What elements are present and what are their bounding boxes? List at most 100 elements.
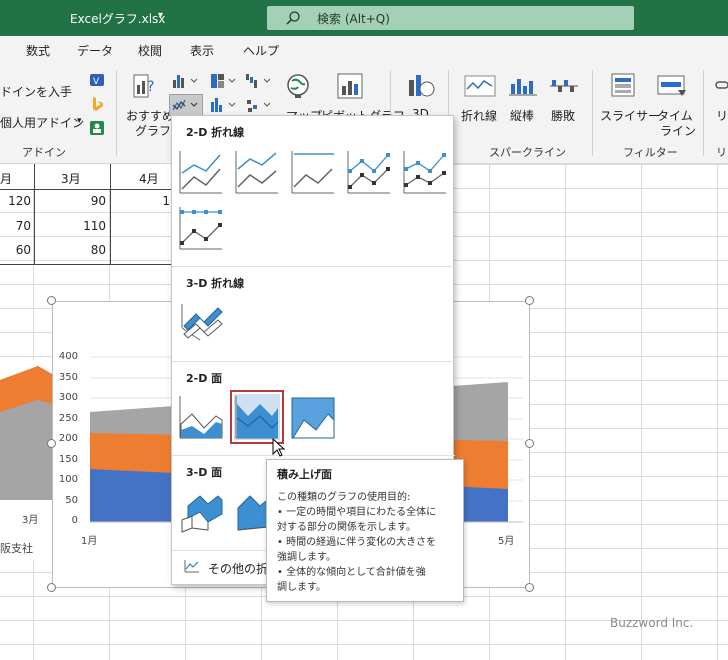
visio-icon[interactable]: V xyxy=(89,72,105,88)
ribbon-divider xyxy=(703,70,704,156)
table-border xyxy=(0,264,186,265)
table-cell[interactable]: 70 xyxy=(0,219,31,233)
y-tick-label: 300 xyxy=(58,392,78,403)
table-cell[interactable]: 120 xyxy=(0,194,31,208)
table-cell[interactable]: 110 xyxy=(34,219,106,233)
title-dropdown-icon[interactable]: ▾ xyxy=(158,10,163,21)
scatter-chart-icon[interactable] xyxy=(244,96,274,114)
links-group-label: リ xyxy=(716,146,727,159)
stacked-area-chart-icon xyxy=(235,396,279,439)
my-addins-button[interactable]: 個人用アドイン xyxy=(0,114,84,131)
100-stacked-line-with-markers-chart-icon[interactable] xyxy=(178,205,224,251)
stacked-line-chart-icon[interactable] xyxy=(234,149,280,195)
resize-handle[interactable] xyxy=(47,296,56,305)
tab-help[interactable]: ヘルプ xyxy=(243,42,279,59)
100-stacked-area-chart-icon[interactable] xyxy=(290,394,336,440)
my-addins-dropdown-icon[interactable]: ▾ xyxy=(77,116,82,126)
slicer-label[interactable]: スライサー xyxy=(600,107,660,124)
sparkline-line-label[interactable]: 折れ線 xyxy=(461,107,497,124)
watermark: Buzzword Inc. xyxy=(610,616,694,630)
tab-formulas[interactable]: 数式 xyxy=(26,42,50,59)
sparkline-winloss-label[interactable]: 勝敗 xyxy=(551,107,575,124)
section-3d-area: 3-D 面 xyxy=(186,466,223,479)
header-cell-text: 4月 xyxy=(139,172,159,186)
resize-handle[interactable] xyxy=(525,296,534,305)
header-cell-text: 月 xyxy=(0,172,13,186)
y-tick-label: 50 xyxy=(65,495,78,506)
bing-icon[interactable] xyxy=(89,96,105,112)
3d-map-icon[interactable] xyxy=(406,72,436,100)
title-bar: Excelグラフ.xlsx ▾ 検索 (Alt+Q) xyxy=(0,0,728,36)
sparkline-column-icon[interactable] xyxy=(508,74,538,100)
gallery-divider xyxy=(172,361,455,362)
sparkline-line-icon[interactable] xyxy=(464,74,496,100)
tooltip-line: 調します。 xyxy=(277,582,326,593)
map-icon[interactable] xyxy=(285,72,311,100)
search-placeholder: 検索 (Alt+Q) xyxy=(317,12,390,26)
link-icon[interactable] xyxy=(712,74,728,100)
gallery-divider xyxy=(172,266,455,267)
resize-handle[interactable] xyxy=(525,439,534,448)
line-chart-icon xyxy=(172,99,198,111)
statistic-chart-icon[interactable] xyxy=(209,96,239,114)
addins-group-label: アドイン xyxy=(22,146,66,159)
sparkline-column-label[interactable]: 縦棒 xyxy=(510,107,534,124)
resize-handle[interactable] xyxy=(525,583,534,592)
svg-text:?: ? xyxy=(147,79,154,95)
search-icon xyxy=(286,11,300,25)
stacked-area-button[interactable] xyxy=(230,390,284,444)
resize-handle[interactable] xyxy=(47,583,56,592)
tab-view[interactable]: 表示 xyxy=(190,42,214,59)
resize-handle[interactable] xyxy=(47,439,56,448)
tab-review[interactable]: 校閲 xyxy=(138,42,162,59)
section-2d-line: 2-D 折れ線 xyxy=(186,126,245,139)
header-cell-text: 3月 xyxy=(61,172,81,186)
y-tick-label: 250 xyxy=(58,413,78,424)
pivot-chart-icon[interactable] xyxy=(334,72,366,100)
x-tick-label: 5月 xyxy=(498,536,515,547)
section-2d-area: 2-D 面 xyxy=(186,372,223,385)
recommended-charts-icon[interactable]: ? xyxy=(131,71,157,101)
stacked-line-with-markers-chart-icon[interactable] xyxy=(402,149,448,195)
background-chart-x-label: 3月 xyxy=(22,515,39,526)
100-stacked-line-chart-icon[interactable] xyxy=(290,149,336,195)
y-tick-label: 100 xyxy=(58,474,78,485)
3d-line-chart-icon[interactable] xyxy=(178,298,224,344)
tab-data[interactable]: データ xyxy=(77,42,113,59)
recommended-charts-label-2[interactable]: グラフ xyxy=(135,122,171,139)
ribbon-divider xyxy=(116,70,117,156)
timeline-label-2[interactable]: ライン xyxy=(660,122,696,139)
slicer-icon[interactable] xyxy=(609,72,639,102)
people-graph-icon[interactable] xyxy=(89,120,105,136)
3d-area-chart-icon[interactable] xyxy=(178,488,224,534)
search-box[interactable]: 検索 (Alt+Q) xyxy=(267,6,634,30)
table-cell[interactable]: 1 xyxy=(110,194,170,208)
tooltip-line: この種類のグラフの使用目的: xyxy=(277,492,411,503)
links-label[interactable]: リ xyxy=(716,107,728,124)
filters-group-label: フィルター xyxy=(623,146,678,159)
x-tick-label: 1月 xyxy=(81,536,98,547)
line-with-markers-chart-icon[interactable] xyxy=(346,149,392,195)
column-chart-icon[interactable] xyxy=(171,72,201,90)
waterfall-chart-icon[interactable] xyxy=(244,72,274,90)
table-cell[interactable]: 80 xyxy=(34,243,106,257)
header-cell[interactable]: 月 xyxy=(0,164,34,190)
area-chart-icon[interactable] xyxy=(178,394,224,440)
y-tick-label: 350 xyxy=(58,372,78,383)
y-tick-label: 0 xyxy=(71,515,78,526)
table-cell[interactable]: 60 xyxy=(0,243,31,257)
sparkline-winloss-icon[interactable] xyxy=(549,74,579,100)
y-tick-label: 150 xyxy=(58,454,78,465)
header-cell[interactable]: 3月 xyxy=(34,164,110,190)
tooltip-line: 強調します。 xyxy=(277,552,336,563)
line-chart-icon[interactable] xyxy=(178,149,224,195)
workbook-title: Excelグラフ.xlsx xyxy=(70,12,166,26)
timeline-icon[interactable] xyxy=(656,72,688,102)
hierarchy-chart-icon[interactable] xyxy=(209,72,239,90)
chart-type-tooltip: 積み上げ面 この種類のグラフの使用目的: • 一定の時間や項目にわたる全体に 対… xyxy=(266,459,464,602)
table-cell[interactable]: 90 xyxy=(34,194,106,208)
line-chart-button[interactable] xyxy=(169,94,203,116)
tooltip-line: • 一定の時間や項目にわたる全体に xyxy=(277,507,437,518)
tooltip-line: • 全体的な傾向として合計値を強 xyxy=(277,567,426,578)
get-addins-button[interactable]: ドインを入手 xyxy=(0,83,72,100)
